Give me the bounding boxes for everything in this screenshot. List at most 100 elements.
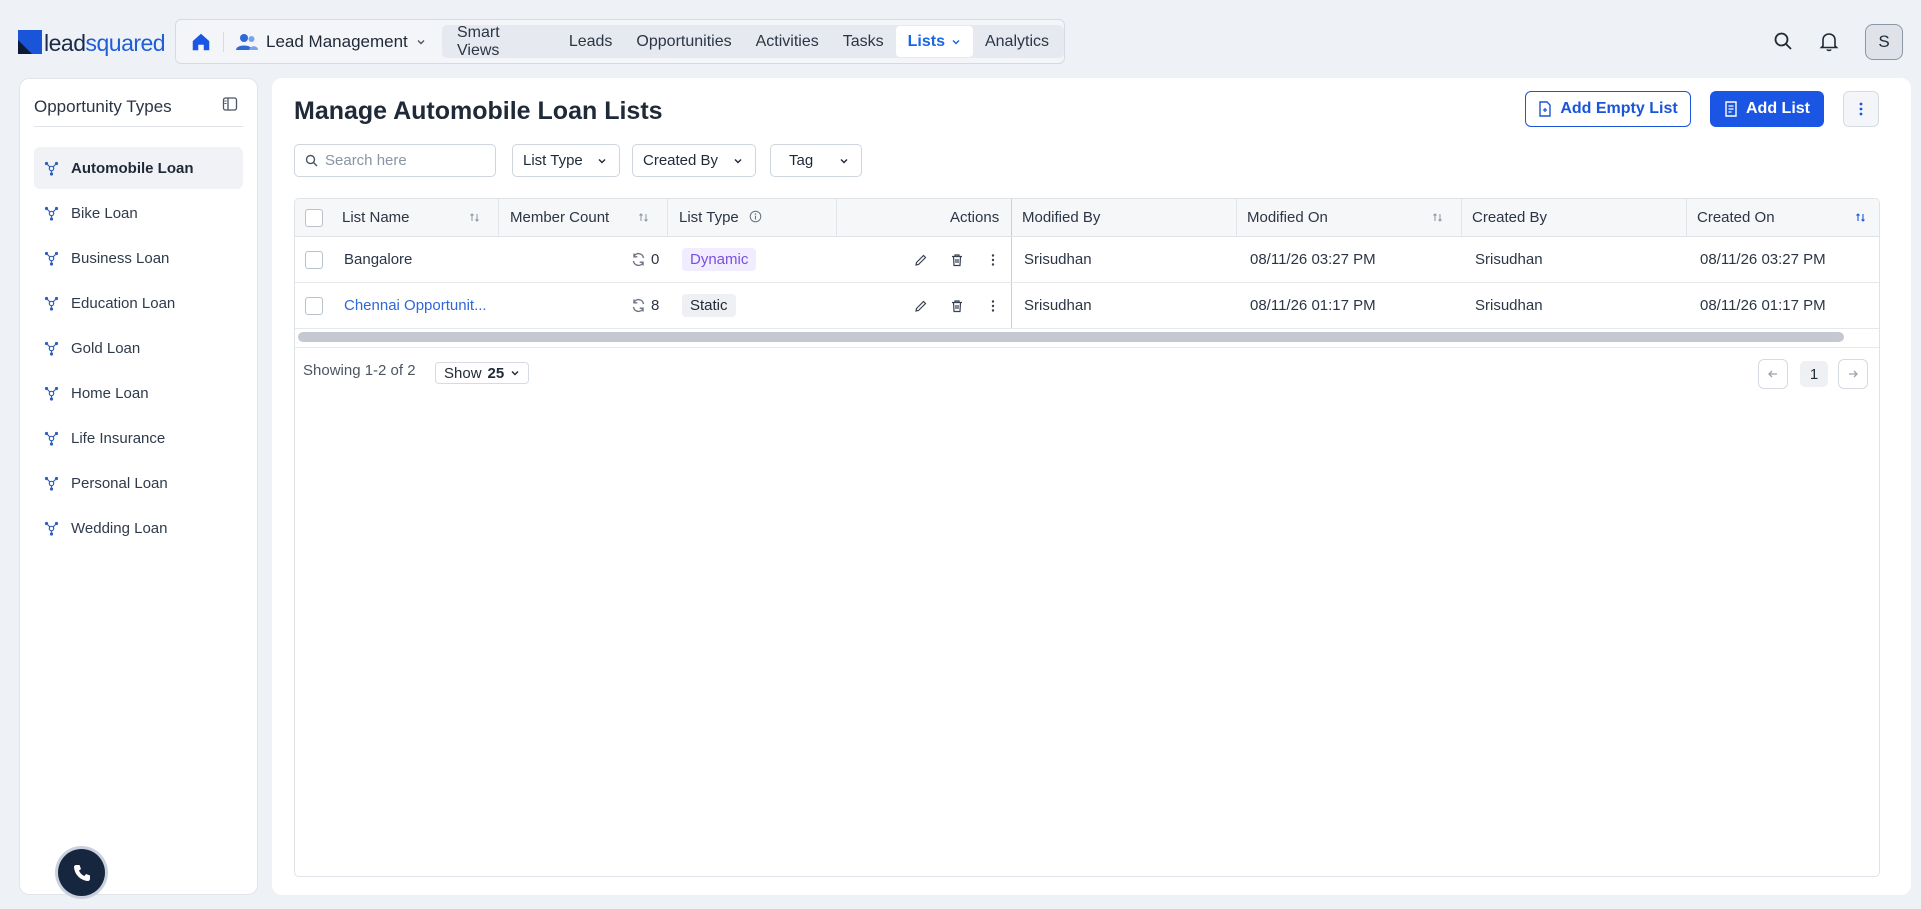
created-by-cell: Srisudhan xyxy=(1475,297,1543,314)
tag-filter[interactable]: Tag xyxy=(770,144,862,177)
nav-tab-label: Smart Views xyxy=(457,23,500,59)
current-page[interactable]: 1 xyxy=(1800,361,1828,387)
sort-icon[interactable] xyxy=(1432,212,1443,223)
created-by-filter[interactable]: Created By xyxy=(632,144,756,177)
sidebar-item-gold-loan[interactable]: Gold Loan xyxy=(34,327,243,369)
delete-icon[interactable] xyxy=(950,253,964,267)
nav-tab-label: Opportunities xyxy=(636,32,732,50)
row-select-cell xyxy=(305,283,323,328)
sidebar-item-wedding-loan[interactable]: Wedding Loan xyxy=(34,507,243,549)
chevron-down-icon xyxy=(511,371,519,376)
main-nav: Lead Management Smart Views Leads Opport… xyxy=(175,19,1065,64)
list-type-filter-label: List Type xyxy=(523,152,583,169)
add-list-label: Add List xyxy=(1746,100,1810,117)
column-divider xyxy=(1236,199,1237,236)
horizontal-scrollbar[interactable] xyxy=(298,332,1844,342)
header-modified-by[interactable]: Modified By xyxy=(1022,199,1100,236)
column-divider xyxy=(667,199,668,236)
nav-tab-leads[interactable]: Leads xyxy=(557,26,625,57)
nav-tab-analytics[interactable]: Analytics xyxy=(973,26,1061,57)
sort-icon[interactable] xyxy=(638,212,649,223)
nav-tab-label: Tasks xyxy=(842,32,884,50)
sidebar-item-automobile-loan[interactable]: Automobile Loan xyxy=(34,147,243,189)
nav-tab-tasks[interactable]: Tasks xyxy=(831,26,896,57)
sidebar-item-home-loan[interactable]: Home Loan xyxy=(34,372,243,414)
opportunity-type-icon xyxy=(44,521,59,536)
sidebar-item-personal-loan[interactable]: Personal Loan xyxy=(34,462,243,504)
add-empty-list-button[interactable]: Add Empty List xyxy=(1525,91,1691,127)
chevron-down-icon xyxy=(417,39,425,44)
opportunity-type-icon xyxy=(44,431,59,446)
more-actions-icon[interactable] xyxy=(986,299,1000,313)
modified-on-cell: 08/11/26 01:17 PM xyxy=(1250,297,1376,314)
header-list-name[interactable]: List Name xyxy=(342,199,410,236)
nav-tab-lists[interactable]: Lists xyxy=(895,26,973,57)
leadsquared-logo[interactable]: leadsquared xyxy=(18,26,166,57)
sidebar-title: Opportunity Types xyxy=(34,97,172,116)
phone-call-button[interactable] xyxy=(58,849,105,896)
home-icon[interactable] xyxy=(190,31,212,53)
edit-icon[interactable] xyxy=(914,253,928,267)
member-count-cell: 0 xyxy=(651,251,660,268)
nav-tab-activities[interactable]: Activities xyxy=(744,26,831,57)
sort-icon[interactable] xyxy=(469,212,480,223)
list-type-badge: Dynamic xyxy=(682,248,757,271)
column-divider xyxy=(836,199,837,236)
sort-descending-icon[interactable] xyxy=(1855,212,1866,223)
list-type-filter[interactable]: List Type xyxy=(512,144,620,177)
sidebar-item-life-insurance[interactable]: Life Insurance xyxy=(34,417,243,459)
page-size-select[interactable]: Show 25 xyxy=(435,362,530,384)
search-icon[interactable] xyxy=(1772,30,1794,52)
info-icon[interactable] xyxy=(749,210,762,223)
sidebar-item-business-loan[interactable]: Business Loan xyxy=(34,237,243,279)
row-checkbox[interactable] xyxy=(305,296,323,315)
app-switcher[interactable]: Lead Management xyxy=(236,20,426,63)
refresh-icon[interactable] xyxy=(631,252,646,267)
opportunity-type-icon xyxy=(44,476,59,491)
sidebar-item-label: Business Loan xyxy=(71,249,170,267)
sidebar-item-label: Gold Loan xyxy=(71,339,141,357)
previous-page-button[interactable] xyxy=(1758,359,1788,389)
next-page-button[interactable] xyxy=(1838,359,1868,389)
app-switcher-label: Lead Management xyxy=(266,31,408,51)
table-header: List Name Member Count List Type Actions… xyxy=(295,199,1879,237)
page-title: Manage Automobile Loan Lists xyxy=(294,97,663,125)
opportunity-type-icon xyxy=(44,206,59,221)
chevron-down-icon xyxy=(734,158,742,163)
collapse-sidebar-icon[interactable] xyxy=(222,96,238,112)
created-by-cell: Srisudhan xyxy=(1475,251,1543,268)
edit-icon[interactable] xyxy=(914,299,928,313)
add-list-button[interactable]: Add List xyxy=(1710,91,1824,127)
nav-tab-smart-views[interactable]: Smart Views xyxy=(445,23,557,59)
header-modified-on[interactable]: Modified On xyxy=(1247,199,1328,236)
nav-tab-opportunities[interactable]: Opportunities xyxy=(624,26,743,57)
column-divider xyxy=(1686,199,1687,236)
more-options-button[interactable] xyxy=(1843,91,1879,127)
sidebar-item-education-loan[interactable]: Education Loan xyxy=(34,282,243,324)
refresh-icon[interactable] xyxy=(631,298,646,313)
sidebar-item-bike-loan[interactable]: Bike Loan xyxy=(34,192,243,234)
arrow-right-icon xyxy=(1849,370,1858,378)
list-name-cell[interactable]: Bangalore xyxy=(344,237,412,282)
table-row[interactable]: Chennai Opportunit... 8 Static Srisudhan… xyxy=(295,283,1879,329)
page-size-value: 25 xyxy=(487,364,505,382)
user-avatar[interactable]: S xyxy=(1865,24,1903,60)
header-created-by[interactable]: Created By xyxy=(1472,199,1547,236)
select-all-checkbox[interactable] xyxy=(305,208,323,227)
phone-icon xyxy=(73,864,90,881)
bell-icon[interactable] xyxy=(1818,30,1840,52)
table-row[interactable]: Bangalore 0 Dynamic Srisudhan 08/11/26 0… xyxy=(295,237,1879,283)
created-on-cell: 08/11/26 03:27 PM xyxy=(1700,251,1826,268)
row-checkbox[interactable] xyxy=(305,250,323,269)
more-actions-icon[interactable] xyxy=(986,253,1000,267)
delete-icon[interactable] xyxy=(950,299,964,313)
opportunity-type-icon xyxy=(44,251,59,266)
header-member-count[interactable]: Member Count xyxy=(510,199,609,236)
main-panel: Manage Automobile Loan Lists Add Empty L… xyxy=(272,78,1911,895)
search-input[interactable] xyxy=(325,152,485,169)
top-bar: leadsquared Lead Management Smart Views … xyxy=(0,0,1921,78)
header-created-on[interactable]: Created On xyxy=(1697,199,1775,236)
list-name-link[interactable]: Chennai Opportunit... xyxy=(344,283,487,328)
page-size-label: Show xyxy=(444,364,482,382)
column-divider xyxy=(498,199,499,236)
